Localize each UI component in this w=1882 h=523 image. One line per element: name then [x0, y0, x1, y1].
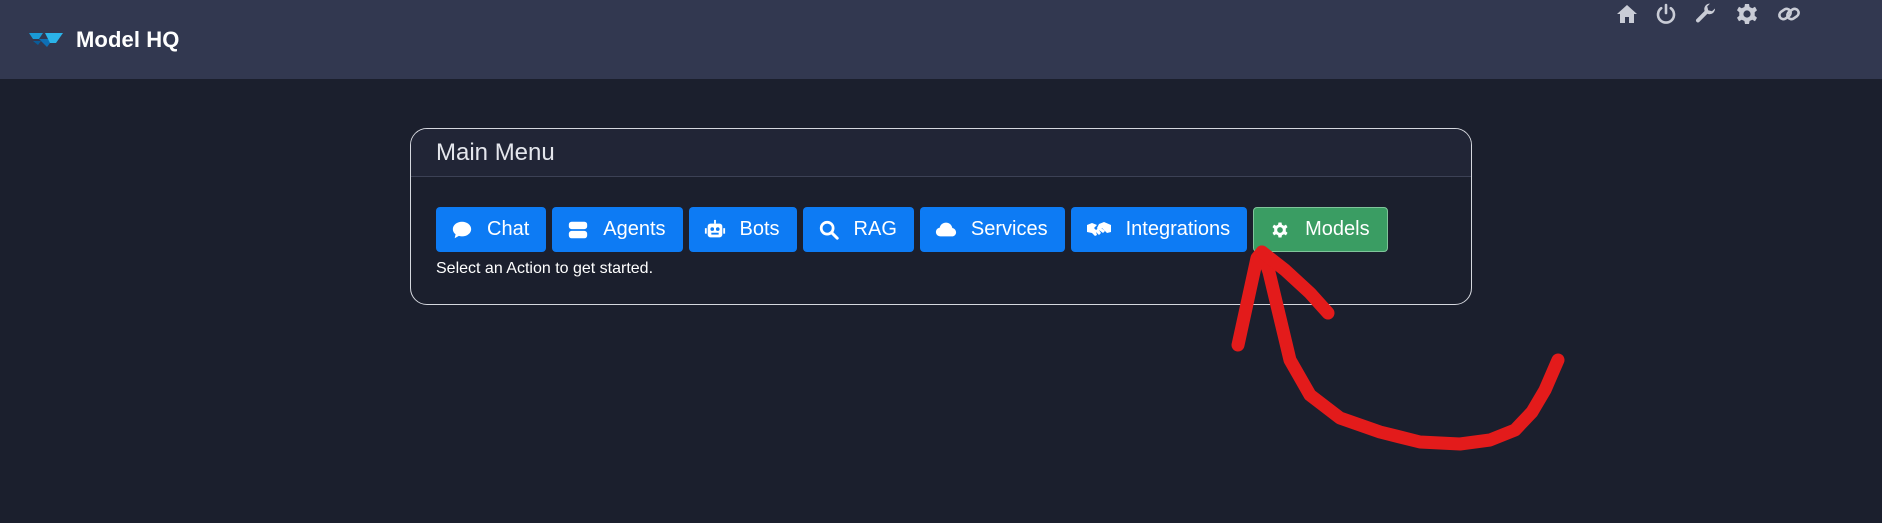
bots-label: Bots — [739, 218, 780, 240]
models-label: Models — [1305, 218, 1370, 240]
robot-icon — [704, 219, 726, 241]
services-label: Services — [970, 218, 1048, 240]
agents-button[interactable]: Agents — [552, 207, 683, 252]
action-buttons: Chat Agents Bots RAG Services Integratio… — [436, 207, 1394, 252]
chat-label: Chat — [487, 218, 530, 240]
wrench-icon[interactable] — [1692, 0, 1720, 28]
app-title: Model HQ — [76, 27, 180, 52]
main-menu-title: Main Menu — [436, 138, 555, 166]
gear-icon — [1269, 219, 1291, 241]
services-button[interactable]: Services — [919, 207, 1065, 252]
chat-button[interactable]: Chat — [436, 207, 547, 252]
integrations-button[interactable]: Integrations — [1070, 207, 1248, 252]
brand[interactable]: Model HQ — [29, 24, 179, 56]
server-icon — [567, 219, 589, 241]
home-icon[interactable] — [1613, 0, 1641, 28]
bots-button[interactable]: Bots — [688, 207, 797, 252]
model-hq-logo-icon — [29, 31, 63, 49]
rag-button[interactable]: RAG — [802, 207, 914, 252]
search-icon — [818, 219, 840, 241]
power-icon[interactable] — [1652, 0, 1680, 28]
agents-label: Agents — [603, 218, 666, 240]
link-icon[interactable] — [1775, 0, 1803, 28]
chat-bubble-icon — [451, 219, 473, 241]
rag-label: RAG — [853, 218, 897, 240]
cloud-icon — [935, 219, 957, 241]
card-header: Main Menu — [411, 129, 1471, 177]
integrations-label: Integrations — [1125, 218, 1231, 240]
main-menu-card: Main Menu Chat Agents Bots RAG Services … — [410, 128, 1472, 305]
models-button[interactable]: Models — [1253, 207, 1388, 252]
hint-text: Select an Action to get started. — [436, 260, 654, 277]
handshake-icon — [1086, 219, 1112, 241]
top-navbar: Model HQ — [0, 0, 1882, 79]
gear-icon[interactable] — [1733, 0, 1761, 28]
